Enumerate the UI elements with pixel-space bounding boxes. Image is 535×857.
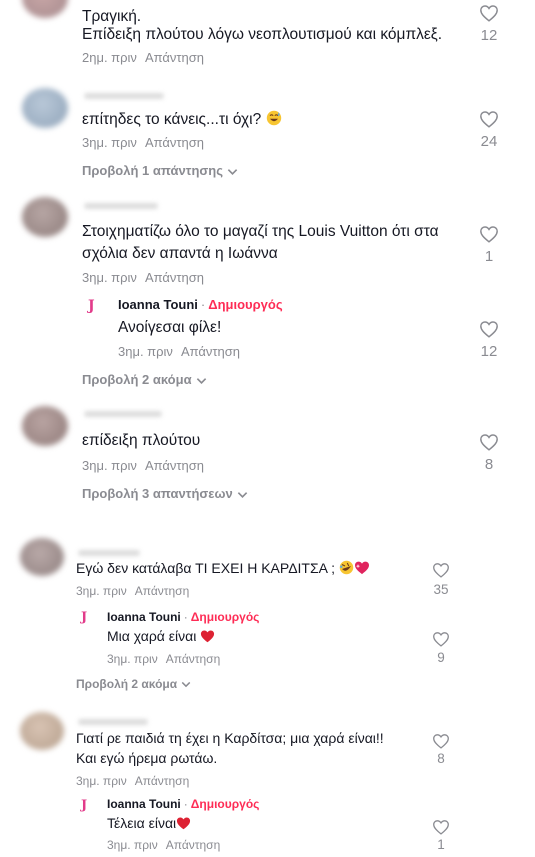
like-count: 1	[484, 248, 494, 265]
avatar[interactable]	[22, 88, 68, 128]
creator-badge: Δημιουργός	[190, 797, 260, 811]
comment-text: Γιατί ρε παιδιά τη έχει η Καρδίτσα; μια …	[76, 730, 384, 746]
timestamp: 3ημ. πριν	[118, 344, 173, 359]
reply-button[interactable]: Απάντηση	[145, 135, 204, 150]
timestamp: 2ημ. πριν	[82, 50, 137, 65]
heart-outline-icon[interactable]	[432, 631, 450, 652]
comment-text: Και εγώ ήρεμα ρωτάω.	[76, 750, 218, 766]
creator-avatar[interactable]: J	[88, 298, 95, 314]
comment-meta: 3ημ. πριν Απάντηση	[107, 652, 220, 666]
reply-text: Μια χαρά είναι	[107, 626, 215, 649]
timestamp: 3ημ. πριν	[76, 584, 127, 598]
comment-text: επίτηδες το κάνεις...τι όχι?	[82, 108, 282, 133]
timestamp: 3ημ. πριν	[82, 135, 137, 150]
reply-button[interactable]: Απάντηση	[145, 458, 204, 473]
username[interactable]	[84, 411, 162, 417]
red-heart-emoji	[200, 628, 215, 649]
avatar[interactable]	[22, 0, 68, 18]
creator-badge: Δημιουργός	[190, 610, 260, 624]
comment-meta: 3ημ. πριν Απάντηση	[82, 135, 204, 150]
avatar[interactable]	[22, 197, 68, 237]
reply-button[interactable]: Απάντηση	[166, 652, 221, 666]
username[interactable]	[78, 719, 148, 725]
chevron-down-icon	[196, 377, 206, 384]
comment-text: Εγώ δεν κατάλαβα ΤΙ ΕΧΕΙ Η ΚΑΡΔΙΤΣΑ ;	[76, 558, 370, 581]
heart-outline-icon[interactable]	[479, 225, 499, 248]
reply-button[interactable]: Απάντηση	[181, 344, 240, 359]
reply-author[interactable]: Ioanna Touni · Δημιουργός	[118, 297, 283, 312]
reply-button[interactable]: Απάντηση	[166, 838, 221, 852]
timestamp: 3ημ. πριν	[82, 458, 137, 473]
avatar[interactable]	[20, 712, 64, 750]
chevron-down-icon	[237, 491, 247, 498]
like-count: 35	[433, 582, 449, 597]
comment-text: Στοιχηματίζω όλο το μαγαζί της Louis Vui…	[82, 223, 439, 240]
rolling-laugh-emoji	[339, 560, 354, 581]
comment-meta: 3ημ. πριν Απάντηση	[107, 838, 220, 852]
view-more-replies-button[interactable]: Προβολή 2 ακόμα	[76, 677, 191, 691]
reply-button[interactable]: Απάντηση	[145, 50, 204, 65]
creator-avatar[interactable]: J	[81, 610, 87, 625]
username[interactable]	[84, 203, 158, 209]
chevron-down-icon	[227, 168, 238, 175]
heart-outline-icon[interactable]	[432, 562, 450, 583]
heart-outline-icon[interactable]	[479, 4, 499, 27]
timestamp: 3ημ. πριν	[107, 838, 158, 852]
timestamp: 3ημ. πριν	[107, 652, 158, 666]
reply-button[interactable]: Απάντηση	[145, 270, 204, 285]
like-count: 12	[480, 27, 498, 44]
heart-outline-icon[interactable]	[479, 320, 499, 343]
like-count: 12	[480, 343, 498, 360]
timestamp: 3ημ. πριν	[82, 270, 137, 285]
username[interactable]	[78, 550, 140, 556]
view-more-replies-button[interactable]: Προβολή 2 ακόμα	[82, 372, 207, 387]
creator-avatar[interactable]: J	[81, 798, 87, 813]
reply-author[interactable]: Ioanna Touni · Δημιουργός	[107, 797, 259, 811]
heart-outline-icon[interactable]	[479, 110, 499, 133]
comment-text: σχόλια δεν απαντά η Ιωάννα	[82, 245, 278, 262]
comment-meta: 3ημ. πριν Απάντηση	[76, 774, 189, 788]
grinning-sweat-emoji	[266, 110, 282, 133]
avatar[interactable]	[20, 538, 64, 576]
avatar[interactable]	[22, 406, 68, 446]
comment-meta: 3ημ. πριν Απάντηση	[118, 344, 240, 359]
reply-text: Τέλεια είναι	[107, 813, 191, 836]
view-replies-button[interactable]: Προβολή 1 απάντησης	[82, 163, 238, 178]
comment-meta: 2ημ. πριν Απάντηση	[82, 50, 204, 65]
like-count: 1	[437, 837, 445, 852]
creator-badge: Δημιουργός	[208, 297, 283, 312]
comment-meta: 3ημ. πριν Απάντηση	[82, 458, 204, 473]
comment-text: επίδειξη πλούτου	[82, 432, 201, 449]
timestamp: 3ημ. πριν	[76, 774, 127, 788]
like-count: 9	[437, 650, 445, 665]
like-count: 24	[480, 133, 498, 150]
view-replies-button[interactable]: Προβολή 3 απαντήσεων	[82, 486, 248, 501]
red-heart-emoji	[176, 815, 191, 836]
sparkling-heart-emoji	[354, 560, 370, 581]
heart-outline-icon[interactable]	[479, 433, 499, 456]
comment-meta: 3ημ. πριν Απάντηση	[82, 270, 204, 285]
like-count: 8	[484, 456, 494, 473]
reply-author[interactable]: Ioanna Touni · Δημιουργός	[107, 610, 259, 624]
comment-meta: 3ημ. πριν Απάντηση	[76, 584, 189, 598]
like-count: 8	[437, 751, 445, 766]
reply-button[interactable]: Απάντηση	[135, 584, 190, 598]
chevron-down-icon	[181, 682, 191, 688]
comment-text: Επίδειξη πλούτου λόγω νεοπλουτισμού και …	[82, 26, 443, 43]
username[interactable]	[84, 93, 164, 99]
reply-button[interactable]: Απάντηση	[135, 774, 190, 788]
reply-text: Ανοίγεσαι φίλε!	[118, 319, 222, 336]
